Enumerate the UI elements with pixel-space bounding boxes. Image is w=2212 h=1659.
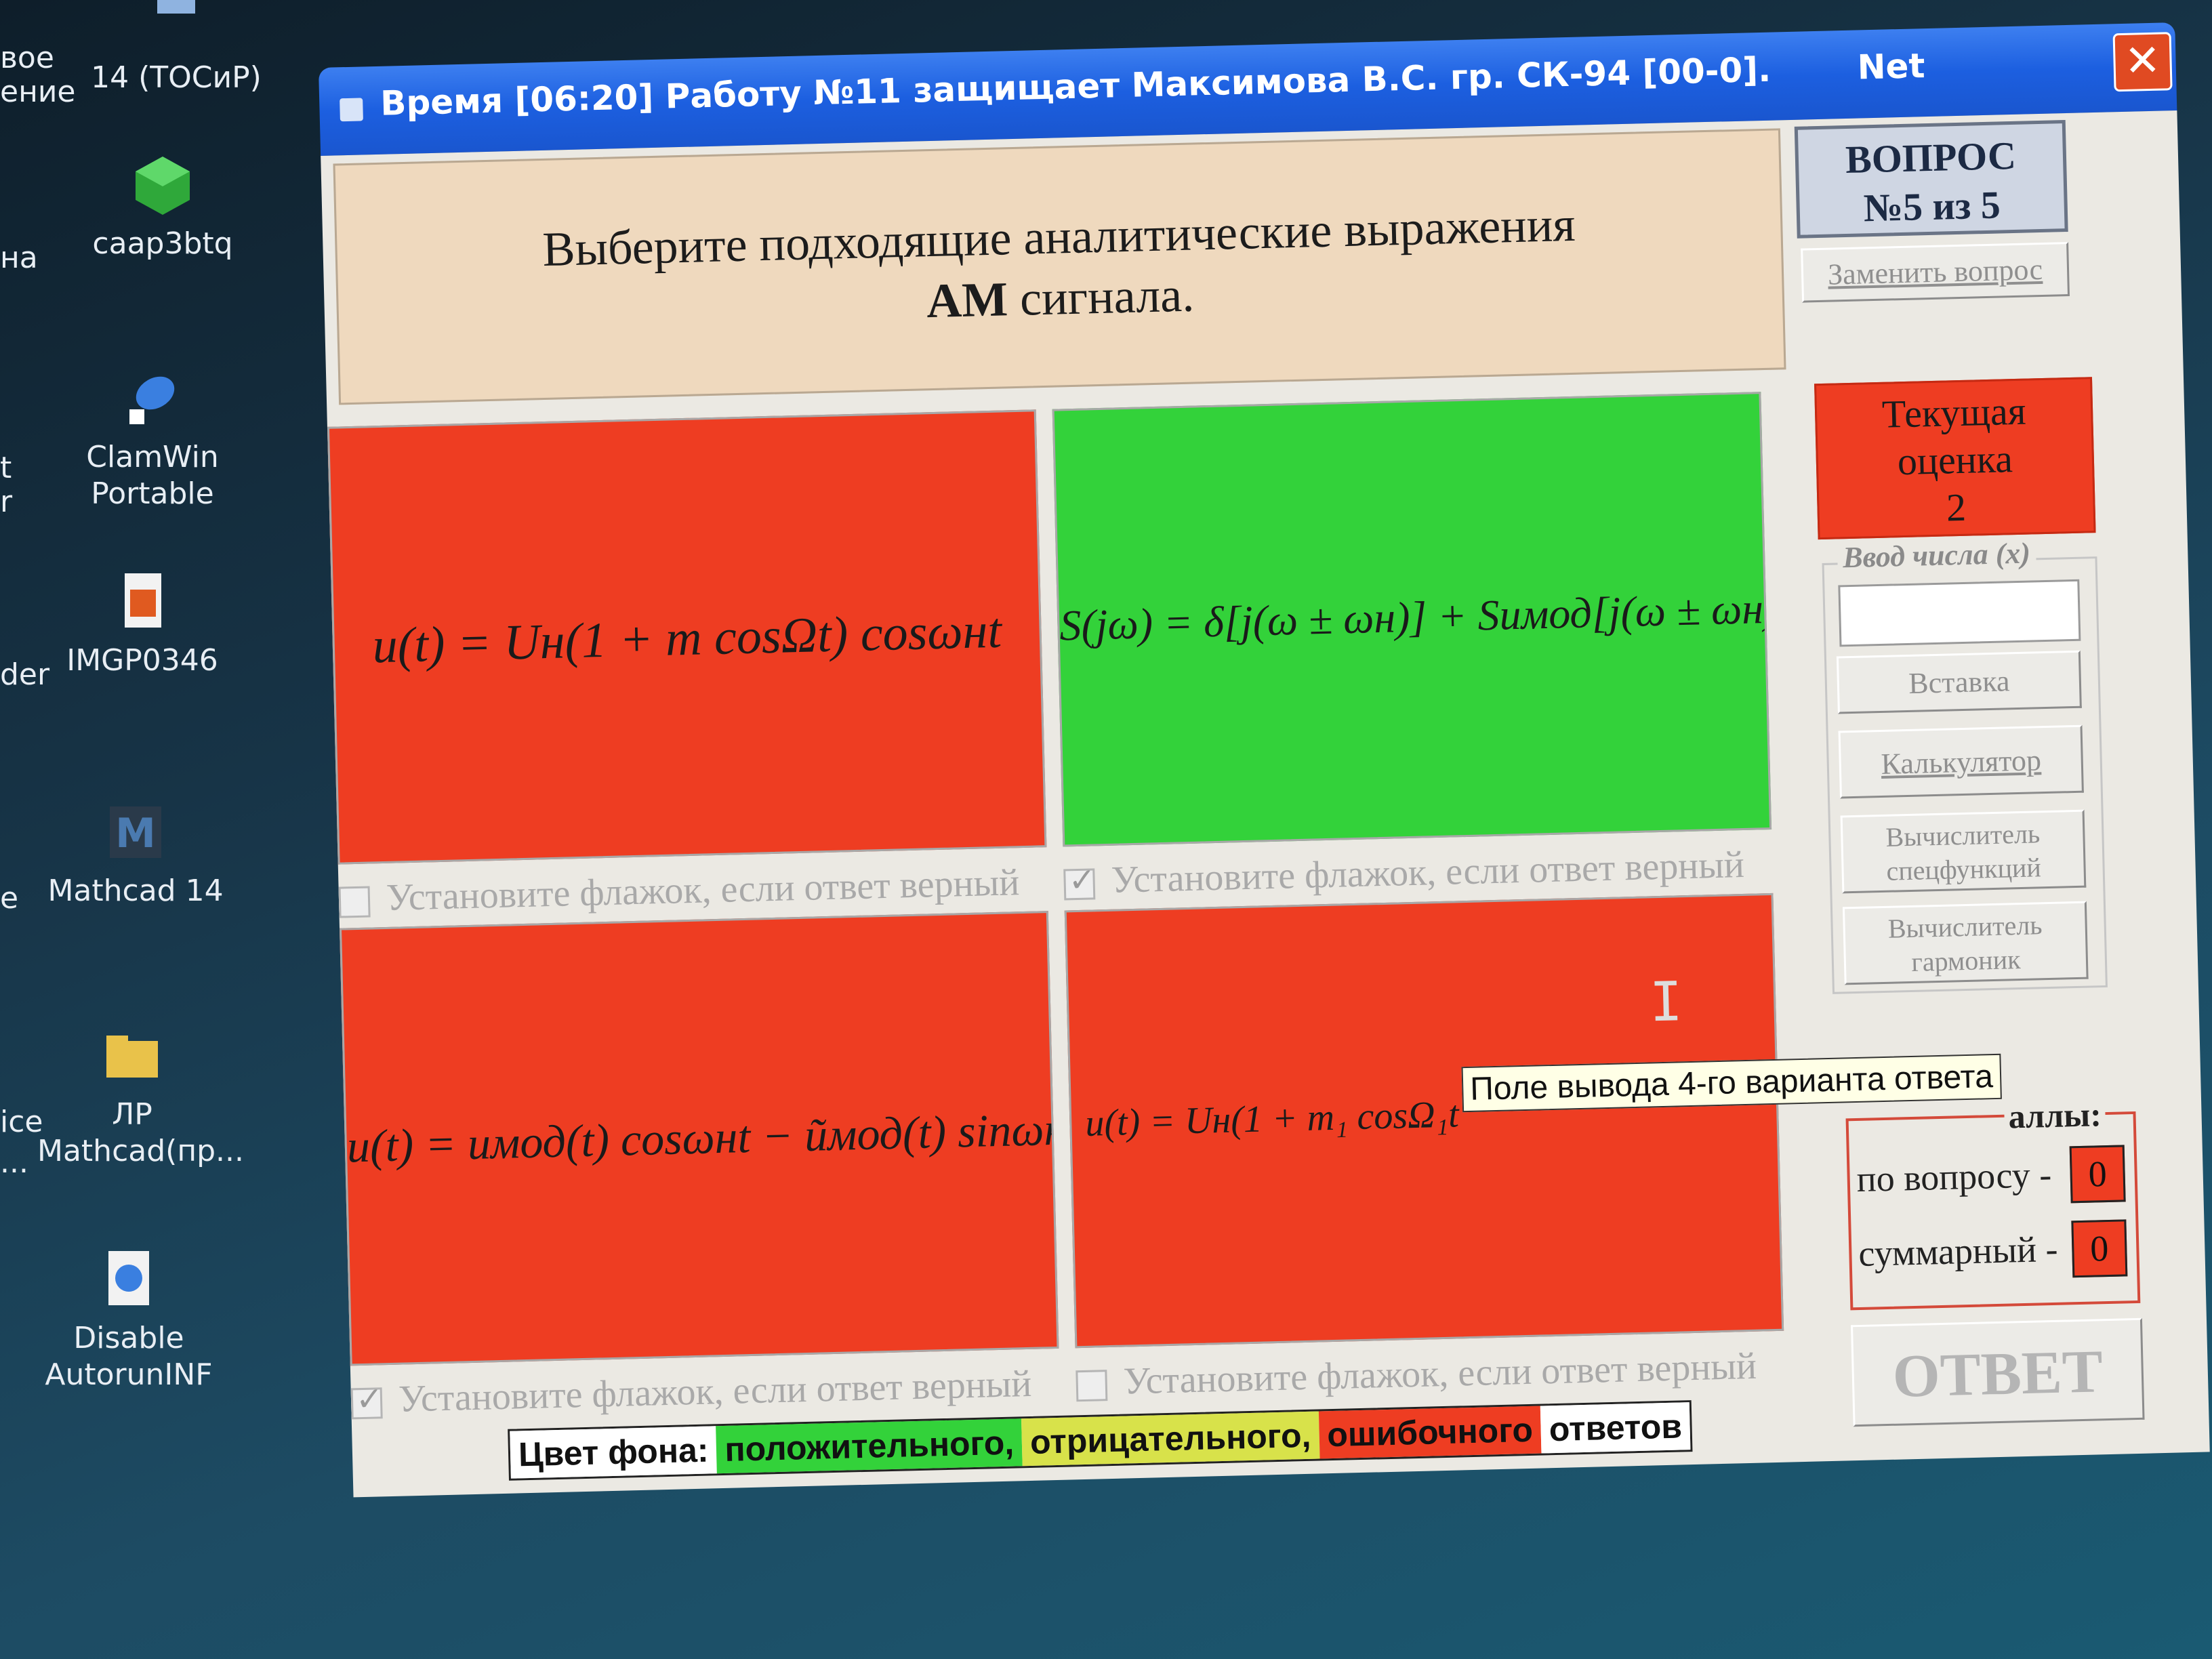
legend-prefix: Цвет фона: xyxy=(510,1426,718,1479)
autorun-file-icon xyxy=(108,1251,149,1305)
checkbox-label: Установите флажок, если ответ верный xyxy=(398,1362,1032,1420)
checkbox-unchecked[interactable] xyxy=(1076,1370,1108,1402)
desktop-icon-tosir[interactable]: 14 (ТОСиР) xyxy=(75,0,278,96)
legend-suffix: ответов xyxy=(1540,1402,1691,1454)
desktop-icon-label: ЛР Mathcad(пр... xyxy=(37,1097,244,1168)
question-counter-value: №5 из 5 xyxy=(1862,182,2001,230)
image-file-icon xyxy=(125,573,161,628)
checkbox-label: Установите флажок, если ответ верный xyxy=(1110,843,1745,901)
score-question-label: по вопросу - xyxy=(1856,1154,2052,1200)
checkbox-unchecked[interactable] xyxy=(338,886,371,918)
answer-formula-2: S(jω) = δ[j(ω ± ωн)] + Suмод[j(ω ± ωн)] xyxy=(1059,583,1772,650)
edge-label: ение xyxy=(0,75,76,109)
desktop-icon-label: IMGP0346 xyxy=(66,643,218,678)
answer-formula-1: u(t) = Uн(1 + m cosΩt) cosωнt xyxy=(371,602,1002,674)
net-label: Net xyxy=(1856,46,1926,87)
number-input-legend: Ввод числа (x) xyxy=(1837,535,2036,575)
special-calc-line2: спецфункций xyxy=(1885,852,2042,886)
desktop-icon-label: Disable AutorunINF xyxy=(45,1321,213,1392)
edge-label: вое xyxy=(0,41,54,75)
edge-label: ... xyxy=(0,1145,28,1180)
special-calc-line1: Вычислитель xyxy=(1885,818,2041,853)
window-title: Время [06:20] Работу №11 защищает Максим… xyxy=(380,49,1771,123)
grade-label-line2: оценка xyxy=(1897,436,2013,484)
desktop-icon-label: 14 (ТОСиР) xyxy=(91,60,262,95)
harmonics-calculator-button[interactable]: Вычислитель гармоник xyxy=(1842,901,2089,985)
close-button[interactable]: ✕ xyxy=(2112,32,2173,92)
harmonics-calc-line2: гармоник xyxy=(1910,944,2022,977)
checkbox-checked[interactable] xyxy=(350,1387,383,1420)
checkbox-label: Установите флажок, если ответ верный xyxy=(1122,1345,1757,1403)
mathcad-icon: M xyxy=(110,806,161,858)
edge-label: r xyxy=(0,485,13,519)
desktop-icon-label: Mathcad 14 xyxy=(47,874,224,908)
answer-panel-4[interactable]: u(t) = Uн(1 + m₁ cosΩ₁t xyxy=(1064,893,1784,1349)
text-cursor-icon: I xyxy=(1649,970,1683,1034)
edge-label: на xyxy=(0,241,38,275)
desktop-icon-label: ClamWin Portable xyxy=(86,440,219,511)
grade-value: 2 xyxy=(1946,485,1967,530)
score-total-label: суммарный - xyxy=(1858,1228,2059,1274)
window-client: Выберите подходящие аналитические выраже… xyxy=(321,110,2210,1498)
folder-icon xyxy=(106,1036,158,1078)
score-panel: аллы: по вопросу - 0 суммарный - 0 xyxy=(1845,1094,2141,1311)
answer-panel-3[interactable]: u(t) = uмод(t) cosωнt − ũмод(t) sinωнt xyxy=(340,911,1059,1366)
answer-checkbox-2[interactable]: Установите флажок, если ответ верный xyxy=(1063,843,1745,901)
desktop-icon-caap3btq[interactable]: caap3btq xyxy=(61,152,264,262)
checkbox-label: Установите флажок, если ответ верный xyxy=(386,861,1020,919)
clamwin-icon xyxy=(129,376,175,424)
question-panel: Выберите подходящие аналитические выраже… xyxy=(333,128,1786,405)
answer-panel-1[interactable]: u(t) = Uн(1 + m cosΩt) cosωнt xyxy=(327,409,1047,865)
current-grade-panel: Текущая оценка 2 xyxy=(1814,377,2096,540)
replace-question-button[interactable]: Заменить вопрос xyxy=(1801,241,2070,303)
answer-checkbox-1[interactable]: Установите флажок, если ответ верный xyxy=(338,861,1020,919)
desktop-icon-imgp0346[interactable]: IMGP0346 xyxy=(41,569,244,679)
insert-button[interactable]: Вставка xyxy=(1836,650,2082,714)
edge-label: t xyxy=(0,451,12,485)
answer-panel-2[interactable]: S(jω) = δ[j(ω ± ωн)] + Suмод[j(ω ± ωн)] xyxy=(1052,392,1772,847)
question-counter-title: ВОПРОС xyxy=(1845,133,2017,182)
number-input-field[interactable] xyxy=(1838,579,2081,647)
desktop-icon-label: caap3btq xyxy=(92,226,233,261)
checkbox-checked[interactable] xyxy=(1063,868,1096,901)
score-question-value: 0 xyxy=(2069,1145,2126,1204)
desktop-icon-disable-autorun[interactable]: Disable AutorunINF xyxy=(27,1247,230,1393)
question-counter: ВОПРОС №5 из 5 xyxy=(1794,120,2068,239)
question-keyword: АМ xyxy=(926,272,1009,329)
legend-negative: отрицательного, xyxy=(1021,1411,1320,1467)
window-icon xyxy=(340,98,363,122)
shortcut-icon xyxy=(157,0,195,14)
question-line2-rest: сигнала. xyxy=(1007,267,1195,327)
harmonics-calc-line1: Вычислитель xyxy=(1887,909,2043,944)
legend-error: ошибочного xyxy=(1318,1406,1542,1459)
calculator-button[interactable]: Калькулятор xyxy=(1838,724,2084,799)
number-input-group: Ввод числа (x) Вставка Калькулятор Вычис… xyxy=(1822,535,2108,994)
special-functions-calculator-button[interactable]: Вычислитель спецфункций xyxy=(1840,809,2087,894)
answer-button[interactable]: ОТВЕТ xyxy=(1851,1317,2145,1427)
answer-formula-3: u(t) = uмод(t) cosωнt − ũмод(t) sinωнt xyxy=(346,1103,1059,1172)
svg-text:M: M xyxy=(115,810,156,857)
grade-label-line1: Текущая xyxy=(1881,388,2027,436)
desktop-icon-mathcad[interactable]: M Mathcad 14 xyxy=(34,800,237,909)
edge-label: der xyxy=(0,657,50,692)
edge-label: ice xyxy=(0,1105,43,1139)
desktop-icon-lr-folder[interactable]: ЛР Mathcad(пр... xyxy=(30,1023,244,1170)
edge-label: e xyxy=(0,881,19,916)
green-cube-icon xyxy=(136,157,190,215)
desktop-icon-clamwin[interactable]: ClamWin Portable xyxy=(51,366,254,512)
answer-checkbox-4[interactable]: Установите флажок, если ответ верный xyxy=(1076,1345,1757,1403)
test-window: Время [06:20] Работу №11 защищает Максим… xyxy=(319,22,2210,1498)
score-total-value: 0 xyxy=(2071,1219,2128,1278)
legend-positive: положительного, xyxy=(716,1418,1023,1474)
answer-checkbox-3[interactable]: Установите флажок, если ответ верный xyxy=(350,1362,1032,1420)
score-header: аллы: xyxy=(2003,1094,2106,1136)
